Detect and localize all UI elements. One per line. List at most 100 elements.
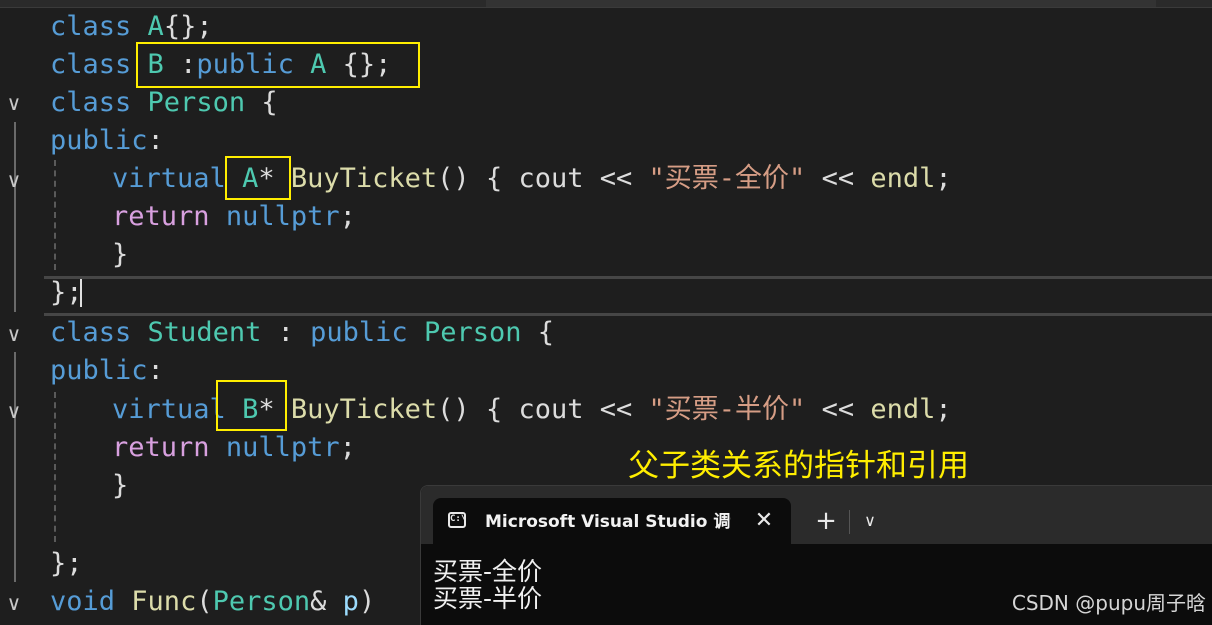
keyword: public (50, 125, 148, 156)
indent-guide (14, 122, 16, 282)
code-line[interactable]: }; (50, 545, 83, 583)
punctuation: { (245, 87, 278, 118)
indent-guide (14, 352, 16, 582)
close-icon[interactable]: ✕ (751, 508, 777, 534)
keyword: nullptr (225, 201, 340, 232)
identifier: cout (518, 394, 584, 425)
keyword: virtual (112, 394, 226, 425)
punctuation: ; (339, 432, 356, 463)
function-name: BuyTicket (290, 394, 438, 425)
punctuation: : (147, 125, 164, 156)
tab-debug-console[interactable]: C:\ Microsoft Visual Studio 调试控制台 ✕ (433, 498, 791, 544)
class-name: Person (147, 87, 246, 118)
operator: << (805, 163, 871, 194)
punctuation: ) (358, 586, 376, 617)
identifier: endl (870, 163, 936, 194)
code-line[interactable]: class Student : public Person { (50, 314, 554, 352)
fold-toggle-icon[interactable]: ∨ (2, 399, 26, 423)
highlight-box (225, 156, 291, 200)
keyword: virtual (112, 163, 226, 194)
string-literal: "买票-半价" (648, 394, 806, 425)
punctuation: {}; (163, 11, 213, 42)
punctuation: () (437, 163, 470, 194)
fold-toggle-icon[interactable]: ∨ (2, 91, 26, 115)
indent-guide (54, 160, 56, 270)
terminal-icon: C:\ (448, 512, 466, 528)
indent-guide (54, 392, 56, 542)
divider (849, 510, 850, 534)
punctuation: ; (339, 201, 356, 232)
code-line[interactable]: } (112, 467, 128, 505)
punctuation: }; (50, 277, 83, 308)
annotation-text: 父子类关系的指针和引用 (628, 448, 969, 484)
keyword: nullptr (225, 432, 340, 463)
string-literal: "买票-全价" (648, 163, 806, 194)
current-line-highlight (44, 276, 1212, 316)
punctuation: ; (935, 163, 952, 194)
punctuation: : (147, 355, 164, 386)
keyword: public (50, 355, 148, 386)
punctuation: } (112, 239, 129, 270)
parameter: p (342, 586, 359, 617)
indent-guide (14, 282, 16, 312)
code-line[interactable]: class Person { (50, 84, 278, 122)
editor-top-bar (0, 0, 1212, 8)
tab-title: Microsoft Visual Studio 调试控制台 (485, 512, 731, 532)
watermark: CSDN @pupu周子晗 (1011, 591, 1206, 615)
code-line[interactable]: void Func(Person& p) (50, 583, 375, 621)
code-line[interactable]: } (112, 236, 128, 274)
highlight-box (216, 380, 287, 431)
keyword: return (112, 201, 210, 232)
code-line[interactable]: }; (50, 274, 83, 312)
fold-toggle-icon[interactable]: ∨ (2, 591, 26, 615)
operator: << (583, 163, 649, 194)
function-name: BuyTicket (290, 163, 438, 194)
punctuation: ; (935, 394, 952, 425)
punctuation: { (521, 317, 554, 348)
console-output-line: 买票-半价 (433, 584, 543, 613)
class-name: A (147, 11, 164, 42)
operator: & (310, 586, 327, 617)
tab-strip: C:\ Microsoft Visual Studio 调试控制台 ✕ + ∨ (421, 486, 1212, 544)
operator: << (583, 394, 649, 425)
fold-toggle-icon[interactable]: ∨ (2, 322, 26, 346)
keyword: class (50, 87, 132, 118)
punctuation: }; (50, 548, 83, 579)
code-line[interactable]: class A{}; (50, 8, 213, 46)
new-tab-button[interactable]: + (811, 506, 841, 536)
operator: << (805, 394, 871, 425)
keyword: class (50, 11, 132, 42)
code-line[interactable]: public: (50, 122, 164, 160)
punctuation: ( (196, 586, 213, 617)
text-caret (80, 279, 82, 307)
punctuation: : (261, 317, 311, 348)
keyword: public (310, 317, 408, 348)
class-name: Person (423, 317, 522, 348)
punctuation: () (437, 394, 470, 425)
chevron-down-icon[interactable]: ∨ (857, 506, 883, 536)
keyword: return (112, 432, 210, 463)
punctuation: } (112, 470, 129, 501)
identifier: endl (870, 394, 936, 425)
class-name: Person (212, 586, 311, 617)
code-line[interactable]: return nullptr; (112, 198, 356, 236)
punctuation: { (469, 394, 519, 425)
code-line[interactable]: return nullptr; (112, 429, 356, 467)
keyword: class (50, 49, 132, 80)
fold-toggle-icon[interactable]: ∨ (2, 168, 26, 192)
highlight-box (136, 42, 420, 88)
identifier: cout (518, 163, 584, 194)
keyword: void (50, 586, 116, 617)
punctuation: { (469, 163, 519, 194)
code-line[interactable]: public: (50, 352, 164, 390)
function-name: Func (131, 586, 197, 617)
keyword: class (50, 317, 132, 348)
